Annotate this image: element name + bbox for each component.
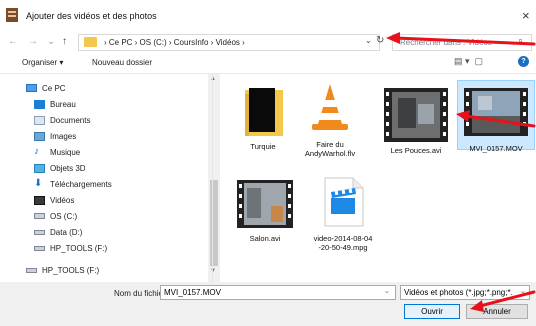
annotation-arrow [394, 36, 536, 46]
annotation-arrowhead [386, 32, 400, 44]
annotation-arrows [386, 32, 536, 312]
annotation-arrowhead [470, 300, 484, 312]
annotation-arrow [478, 290, 536, 308]
annotation-arrow [464, 114, 536, 128]
annotation-arrowhead [456, 110, 470, 122]
